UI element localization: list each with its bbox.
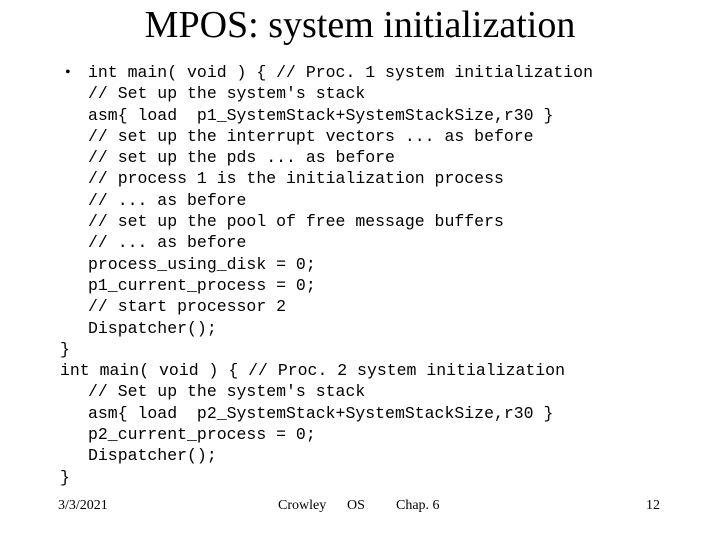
footer-author: Crowley (278, 498, 327, 513)
code-line: Dispatcher(); (60, 318, 710, 339)
code-line: // start processor 2 (60, 296, 710, 317)
code-line-text: p1_current_process = 0; (88, 275, 316, 295)
code-line: // set up the pds ... as before (60, 147, 710, 168)
code-line: • int main( void ) { // Proc. 1 system in… (60, 62, 710, 83)
code-line-text: asm{ load p2_SystemStack+SystemStackSize… (88, 403, 554, 423)
slide-body-code-block: • int main( void ) { // Proc. 1 system in… (60, 62, 710, 488)
footer-chapter: Chap. 6 (396, 498, 440, 513)
code-line-text: // process 1 is the initialization proce… (88, 169, 504, 189)
footer-page-number: 12 (646, 498, 660, 513)
code-line-text: } (60, 467, 70, 487)
code-line: p2_current_process = 0; (60, 424, 710, 445)
slide-title: MPOS: system initialization (144, 4, 576, 46)
footer-date: 3/3/2021 (58, 498, 108, 513)
code-line-text: } (60, 339, 70, 359)
code-line-text: int main( void ) { // Proc. 1 system ini… (88, 63, 593, 82)
code-line: // ... as before (60, 190, 710, 211)
code-line: asm{ load p1_SystemStack+SystemStackSize… (60, 105, 710, 126)
code-line: // process 1 is the initialization proce… (60, 168, 710, 189)
code-line: asm{ load p2_SystemStack+SystemStackSize… (60, 403, 710, 424)
code-line: // Set up the system's stack (60, 381, 710, 402)
code-line-text: // set up the pool of free message buffe… (88, 212, 504, 232)
code-line-text: Dispatcher(); (88, 446, 217, 466)
code-line: } (60, 339, 710, 360)
code-line: p1_current_process = 0; (60, 275, 710, 296)
code-line-text: // start processor 2 (88, 297, 287, 317)
code-line-text: Dispatcher(); (88, 318, 217, 338)
code-line: // set up the interrupt vectors ... as b… (60, 126, 710, 147)
code-line: } (60, 467, 710, 488)
code-line-text: process_using_disk = 0; (88, 254, 316, 274)
code-line-text: // set up the interrupt vectors ... as b… (88, 126, 534, 146)
code-line-text: p2_current_process = 0; (88, 425, 316, 445)
code-line-text: // set up the pds ... as before (88, 148, 395, 168)
code-line-text: // ... as before (88, 233, 247, 253)
footer-course: OS (347, 498, 365, 513)
presentation-slide: MPOS: system initialization • int main( v… (0, 0, 720, 540)
code-line: // ... as before (60, 232, 710, 253)
code-line: // Set up the system's stack (60, 83, 710, 104)
code-line: // set up the pool of free message buffe… (60, 211, 710, 232)
code-line-text: int main( void ) { // Proc. 2 system ini… (60, 361, 565, 381)
slide-footer: 3/3/2021 Crowley OS Chap. 6 12 (0, 496, 720, 516)
bullet-icon: • (65, 64, 71, 81)
code-line-text: // ... as before (88, 190, 247, 210)
code-line: int main( void ) { // Proc. 2 system ini… (60, 360, 710, 381)
code-line-text: // Set up the system's stack (88, 382, 366, 402)
code-line: process_using_disk = 0; (60, 254, 710, 275)
code-line-text: asm{ load p1_SystemStack+SystemStackSize… (88, 105, 554, 125)
code-line-text: // Set up the system's stack (88, 84, 366, 104)
code-line: Dispatcher(); (60, 445, 710, 466)
